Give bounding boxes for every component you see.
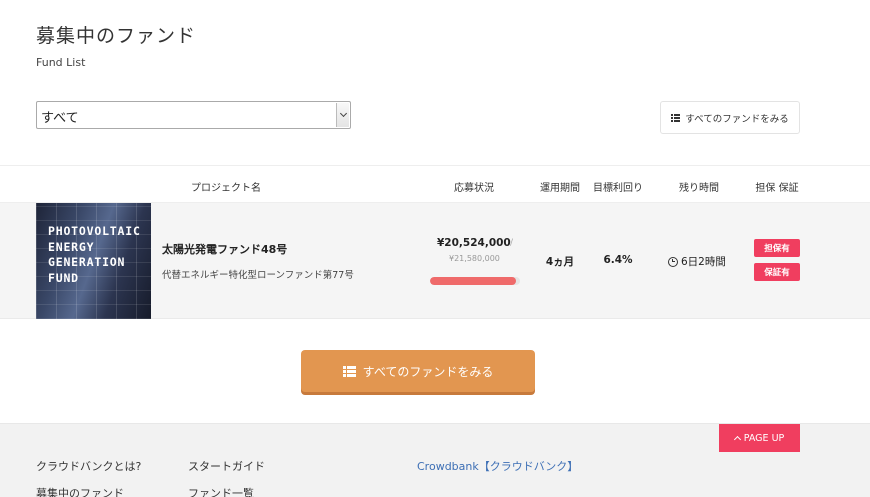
clock-icon [668,256,678,267]
page-title: 募集中のファンド [36,25,197,47]
header-remaining: 残り時間 [679,183,719,194]
view-all-funds-button[interactable]: すべてのファンドをみる [660,101,800,134]
page-subtitle: Fund List [36,56,86,69]
footer-link-start-guide[interactable]: スタートガイド [188,458,265,474]
fund-yield: 6.4% [603,254,633,266]
guarantee-badge: 保証有 [754,263,800,281]
header-status: 応募状況 [454,183,494,194]
funding-progress-bar [430,277,520,285]
fund-term: 4ヵ月 [545,256,575,268]
funding-progress-fill [430,277,516,285]
chevron-up-icon [733,435,741,444]
fund-thumbnail[interactable]: PHOTOVOLTAIC ENERGY GENERATION FUND [36,203,151,319]
amount-target: ¥21,580,000 [449,254,500,263]
footer-link-about[interactable]: クラウドバンクとは? [36,458,141,474]
amount-separator: / [510,238,514,248]
header-yield: 目標利回り [593,183,643,194]
footer: PAGE UP クラウドバンクとは? スタートガイド 募集中のファンド ファンド… [0,423,870,497]
fund-filter-select[interactable]: すべて [36,101,351,129]
fund-table-header: プロジェクト名 応募状況 運用期間 目標利回り 残り時間 担保 保証 [0,165,870,203]
page-up-label: PAGE UP [743,432,785,444]
fund-description: 代替エネルギー特化型ローンファンド第77号 [162,270,354,281]
view-all-funds-large-button[interactable]: すべてのファンドをみる [301,350,535,392]
header-term: 運用期間 [540,183,580,194]
view-all-funds-label: すべてのファンドをみる [685,113,789,125]
footer-link-fund-list[interactable]: ファンド一覧 [188,485,254,497]
footer-link-open-funds[interactable]: 募集中のファンド [36,485,124,497]
chevron-down-icon[interactable] [336,103,349,127]
footer-brand-link[interactable]: Crowdbank【クラウドバンク】 [417,458,578,474]
fund-remaining: 6日2時間 [668,254,726,269]
fund-thumbnail-text: PHOTOVOLTAIC ENERGY GENERATION FUND [48,224,141,285]
fund-row[interactable]: PHOTOVOLTAIC ENERGY GENERATION FUND 太陽光発電ファ… [0,203,870,319]
list-icon [342,365,356,377]
view-all-funds-large-label: すべてのファンドをみる [362,364,494,379]
remaining-time: 6日2時間 [681,256,726,268]
list-icon [671,113,681,122]
amount-raised: ¥20,524,000 [437,237,511,249]
page-up-button[interactable]: PAGE UP [719,424,800,452]
fund-name[interactable]: 太陽光発電ファンド48号 [162,241,287,257]
fund-filter-value: すべて [41,111,79,126]
header-project: プロジェクト名 [191,183,261,194]
header-security: 担保 保証 [755,183,799,194]
collateral-badge: 担保有 [754,239,800,257]
